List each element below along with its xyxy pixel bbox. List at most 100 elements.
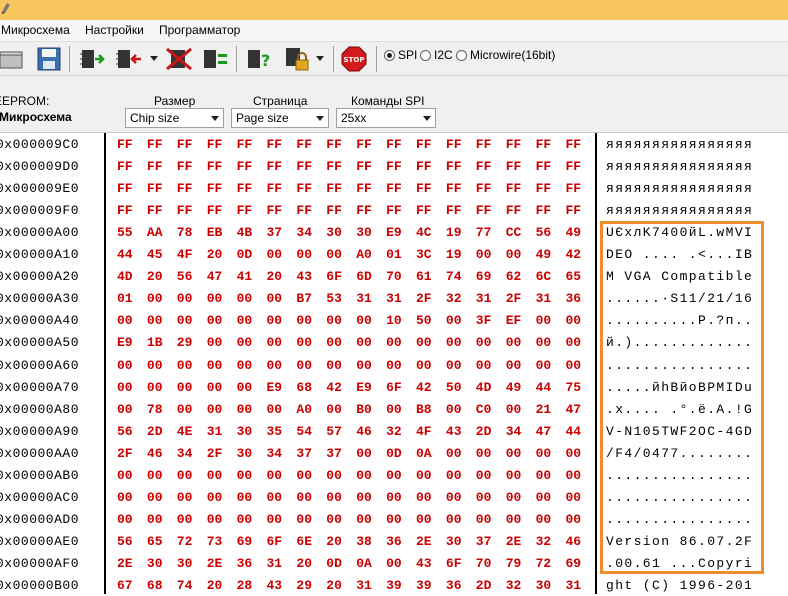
hex-byte[interactable]: 32 — [446, 291, 462, 306]
hex-byte[interactable]: FF — [356, 203, 372, 218]
hex-byte[interactable]: 00 — [117, 512, 133, 527]
hex-byte[interactable]: 00 — [536, 490, 552, 505]
hex-byte[interactable]: 44 — [117, 247, 133, 262]
hex-byte[interactable]: FF — [296, 181, 312, 196]
hex-byte[interactable]: A0 — [356, 247, 372, 262]
hex-byte[interactable]: 00 — [476, 468, 492, 483]
hex-byte[interactable]: FF — [117, 203, 133, 218]
hex-byte[interactable]: 39 — [416, 578, 432, 593]
hex-byte[interactable]: 20 — [296, 556, 312, 571]
hex-byte[interactable]: 31 — [476, 291, 492, 306]
open-icon[interactable] — [0, 46, 24, 72]
hex-byte[interactable]: 36 — [446, 578, 462, 593]
hex-byte[interactable]: FF — [386, 137, 402, 152]
hex-byte[interactable]: 00 — [267, 291, 283, 306]
hex-byte[interactable]: 00 — [416, 335, 432, 350]
hex-byte[interactable]: 31 — [386, 291, 402, 306]
hex-byte[interactable]: FF — [147, 181, 163, 196]
hex-byte[interactable]: 00 — [237, 490, 253, 505]
chevron-down-icon[interactable] — [150, 56, 158, 62]
hex-byte[interactable]: FF — [326, 137, 342, 152]
hex-byte[interactable]: EB — [207, 225, 223, 240]
hex-byte[interactable]: 20 — [326, 534, 342, 549]
hex-byte[interactable]: FF — [207, 159, 223, 174]
hex-byte[interactable]: FF — [117, 137, 133, 152]
hex-byte[interactable]: 30 — [147, 556, 163, 571]
hex-byte[interactable]: 34 — [177, 446, 193, 461]
hex-byte[interactable]: 20 — [326, 578, 342, 593]
hex-byte[interactable]: 54 — [296, 424, 312, 439]
page-select[interactable]: Page size — [231, 108, 329, 128]
hex-byte[interactable]: FF — [566, 181, 582, 196]
hex-byte[interactable]: 00 — [267, 313, 283, 328]
hex-byte[interactable]: 2F — [207, 446, 223, 461]
hex-byte[interactable]: FF — [207, 203, 223, 218]
hex-byte[interactable]: FF — [506, 181, 522, 196]
hex-byte[interactable]: 2D — [147, 424, 163, 439]
hex-byte[interactable]: 10 — [386, 313, 402, 328]
hex-byte[interactable]: 00 — [147, 380, 163, 395]
radio-i2c[interactable]: I2C — [420, 48, 453, 62]
hex-byte[interactable]: 38 — [356, 534, 372, 549]
hex-byte[interactable]: 21 — [536, 402, 552, 417]
hex-byte[interactable]: 00 — [296, 358, 312, 373]
hex-byte[interactable]: 00 — [147, 490, 163, 505]
hex-byte[interactable]: 00 — [386, 468, 402, 483]
hex-byte[interactable]: 00 — [566, 313, 582, 328]
hex-byte[interactable]: 01 — [117, 291, 133, 306]
hex-byte[interactable]: 00 — [267, 490, 283, 505]
hex-byte[interactable]: 00 — [117, 402, 133, 417]
hex-byte[interactable]: 31 — [566, 578, 582, 593]
hex-byte[interactable]: 2D — [476, 578, 492, 593]
hex-byte[interactable]: 00 — [356, 335, 372, 350]
hex-byte[interactable]: 00 — [386, 512, 402, 527]
hex-byte[interactable]: FF — [147, 159, 163, 174]
ascii-text[interactable]: яяяяяяяяяяяяяяяя — [606, 203, 753, 218]
hex-byte[interactable]: 45 — [147, 247, 163, 262]
hex-byte[interactable]: 43 — [446, 424, 462, 439]
hex-byte[interactable]: FF — [267, 137, 283, 152]
hex-byte[interactable]: 29 — [177, 335, 193, 350]
hex-byte[interactable]: 43 — [296, 269, 312, 284]
hex-byte[interactable]: 00 — [296, 247, 312, 262]
hex-byte[interactable]: 73 — [207, 534, 223, 549]
hex-byte[interactable]: FF — [416, 203, 432, 218]
hex-byte[interactable]: 68 — [296, 380, 312, 395]
hex-byte[interactable]: 2E — [207, 556, 223, 571]
hex-byte[interactable]: 32 — [536, 534, 552, 549]
hex-byte[interactable]: 00 — [147, 358, 163, 373]
hex-byte[interactable]: FF — [386, 159, 402, 174]
hex-byte[interactable]: 00 — [177, 380, 193, 395]
hex-byte[interactable]: 50 — [446, 380, 462, 395]
hex-byte[interactable]: 42 — [326, 380, 342, 395]
hex-byte[interactable]: 0D — [237, 247, 253, 262]
hex-byte[interactable]: 00 — [506, 335, 522, 350]
hex-byte[interactable]: 00 — [267, 402, 283, 417]
hex-byte[interactable]: 00 — [416, 468, 432, 483]
hex-byte[interactable]: A0 — [296, 402, 312, 417]
hex-byte[interactable]: 00 — [207, 468, 223, 483]
hex-byte[interactable]: 0D — [386, 446, 402, 461]
hex-byte[interactable]: 35 — [267, 424, 283, 439]
hex-byte[interactable]: 4D — [476, 380, 492, 395]
hex-byte[interactable]: 19 — [446, 225, 462, 240]
hex-byte[interactable]: 30 — [237, 424, 253, 439]
hex-byte[interactable]: 49 — [566, 225, 582, 240]
hex-byte[interactable]: 20 — [207, 578, 223, 593]
hex-byte[interactable]: 3F — [476, 313, 492, 328]
hex-byte[interactable]: 00 — [326, 247, 342, 262]
hex-byte[interactable]: 69 — [476, 269, 492, 284]
hex-byte[interactable]: FF — [267, 203, 283, 218]
hex-byte[interactable]: 00 — [237, 358, 253, 373]
hex-byte[interactable]: 49 — [506, 380, 522, 395]
hex-byte[interactable]: 00 — [117, 468, 133, 483]
hex-byte[interactable]: FF — [386, 181, 402, 196]
hex-byte[interactable]: 00 — [566, 512, 582, 527]
hex-byte[interactable]: 00 — [536, 468, 552, 483]
hex-byte[interactable]: 00 — [476, 446, 492, 461]
hex-byte[interactable]: 78 — [177, 225, 193, 240]
save-icon[interactable] — [36, 46, 62, 72]
hex-byte[interactable]: 2E — [117, 556, 133, 571]
hex-byte[interactable]: 00 — [386, 402, 402, 417]
hex-byte[interactable]: 2F — [506, 291, 522, 306]
